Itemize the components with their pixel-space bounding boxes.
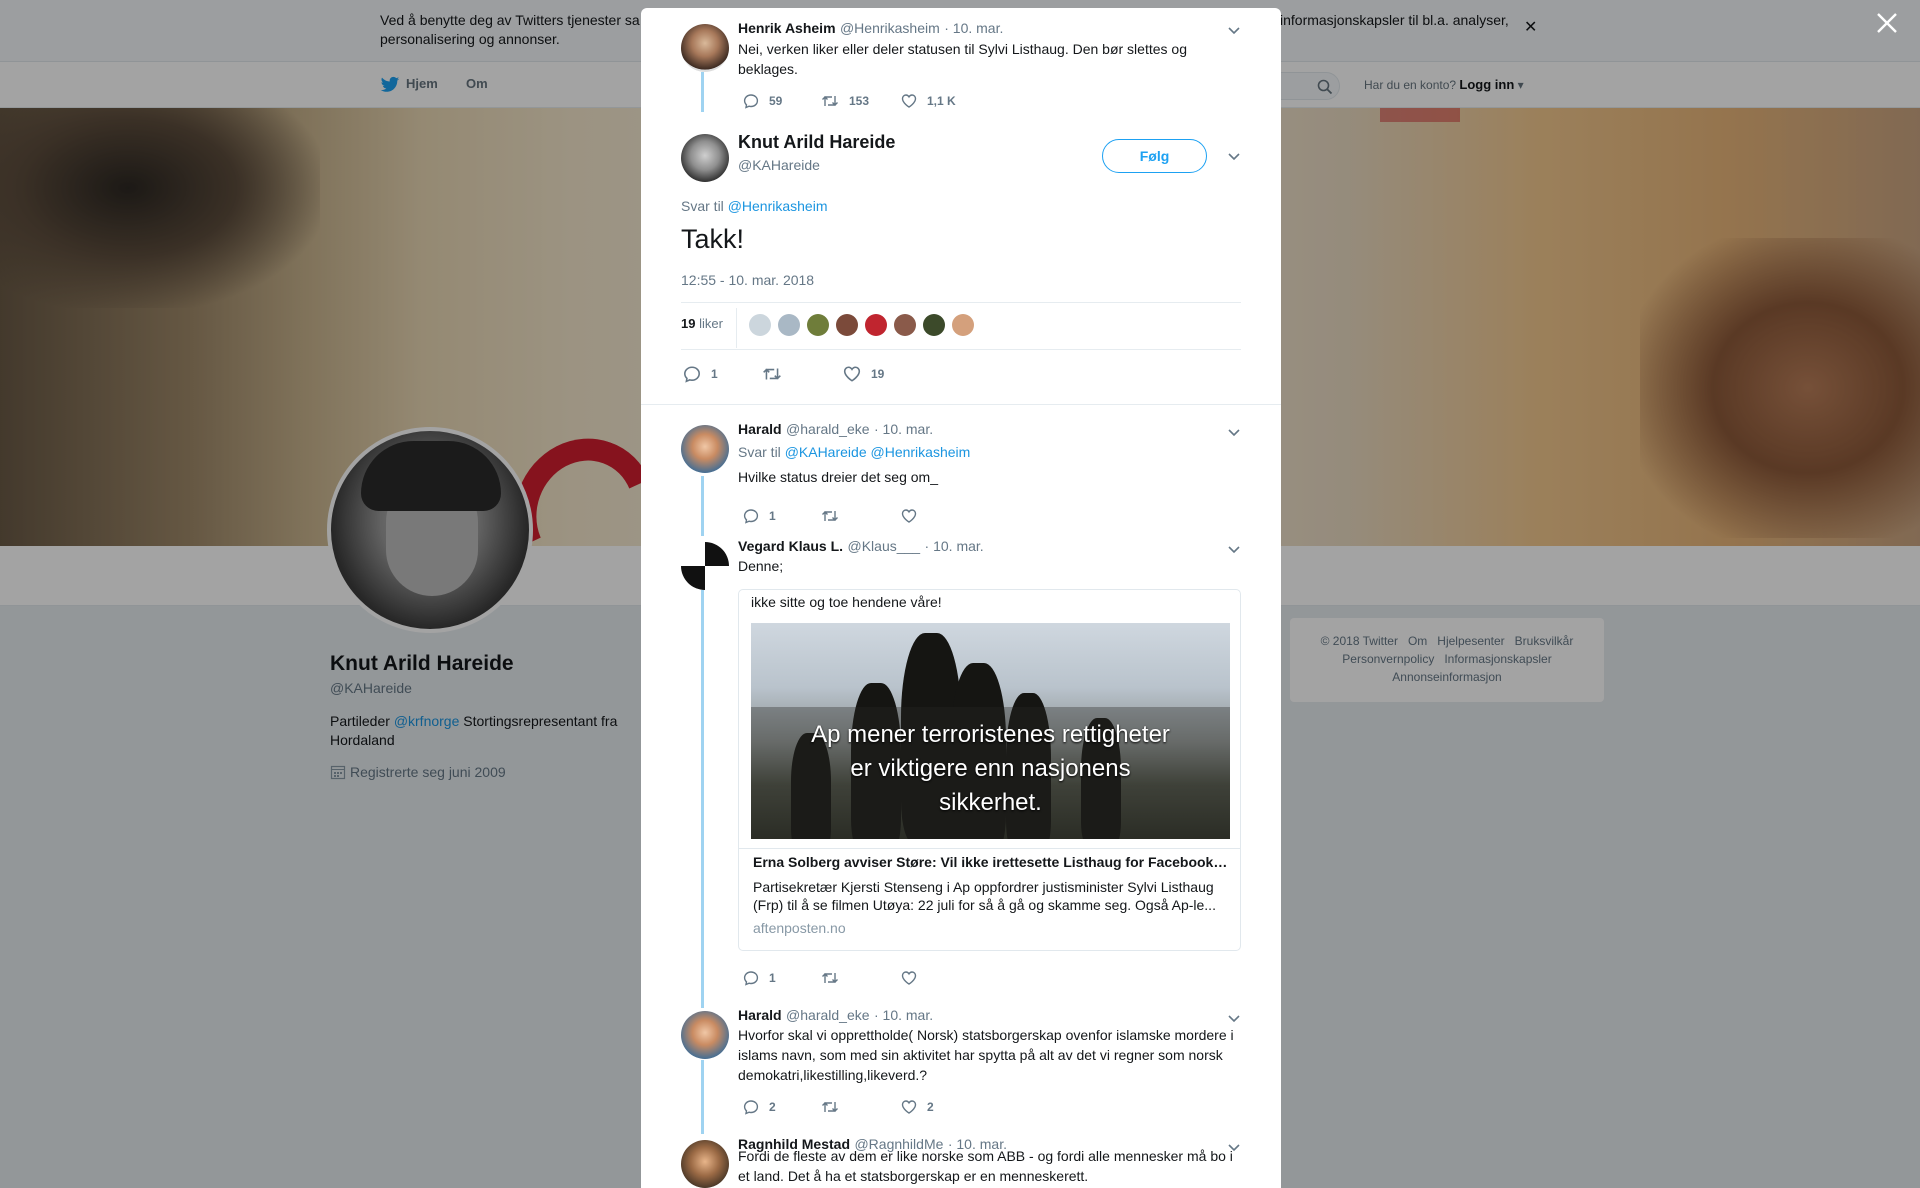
author-name[interactable]: Vegard Klaus L. <box>738 538 843 554</box>
tweet-header: Vegard Klaus L. @Klaus___ · 10. mar. <box>738 538 984 556</box>
avatar[interactable] <box>952 314 974 336</box>
reply-button[interactable]: 59 <box>743 93 782 109</box>
thread-line <box>701 590 704 1008</box>
author-name[interactable]: Harald <box>738 1007 782 1023</box>
retweet-icon <box>822 96 838 106</box>
retweet-button[interactable] <box>821 970 849 986</box>
thread-line <box>701 1060 704 1134</box>
reply-context: Svar til @KAHareide @Henrikasheim <box>738 444 971 460</box>
chevron-down-icon[interactable] <box>1227 545 1241 555</box>
follow-button[interactable]: Følg <box>1102 139 1207 173</box>
tweet-timestamp[interactable]: 12:55 - 10. mar. 2018 <box>681 272 814 288</box>
avatar[interactable] <box>894 314 916 336</box>
reply-icon <box>743 971 759 986</box>
retweet-icon <box>822 1102 838 1112</box>
thread-line <box>701 72 704 112</box>
mention-link[interactable]: @Henrikasheim <box>871 444 971 460</box>
tweet-date[interactable]: · 10. mar. <box>925 538 984 554</box>
tweet-header: Henrik Asheim @Henrikasheim · 10. mar. <box>738 20 1003 38</box>
mention-link[interactable]: @KAHareide <box>785 444 867 460</box>
tweet-text: Nei, verken liker eller deler statusen t… <box>738 41 1187 77</box>
like-button[interactable]: 19 <box>843 365 884 383</box>
link-preview-card[interactable]: ikke sitte og toe hendene våre! Ap mener… <box>738 589 1241 951</box>
mention-link[interactable]: @Henrikasheim <box>728 198 828 214</box>
tweet-text: Denne; <box>738 558 784 574</box>
tweet-text: Hvilke status dreier det seg om_ <box>738 469 938 485</box>
tweet-date[interactable]: · 10. mar. <box>874 1007 933 1023</box>
tweet-detail-modal: Henrik Asheim @Henrikasheim · 10. mar. N… <box>641 8 1281 1188</box>
avatar[interactable] <box>681 425 729 473</box>
reply-button[interactable]: 1 <box>743 508 776 524</box>
avatar[interactable] <box>749 314 771 336</box>
author-handle[interactable]: @harald_eke <box>786 421 870 437</box>
retweet-button[interactable] <box>821 1099 849 1115</box>
reply-button[interactable]: 1 <box>743 970 776 986</box>
card-image: Ap mener terroristenes rettigheter er vi… <box>751 623 1230 839</box>
avatar[interactable] <box>681 1011 729 1059</box>
close-icon[interactable] <box>1874 10 1900 36</box>
avatar[interactable] <box>807 314 829 336</box>
card-image-caption: Ap mener terroristenes rettigheter er vi… <box>811 721 1170 816</box>
author-name[interactable]: Knut Arild Hareide <box>738 132 895 153</box>
tweet-header: Harald @harald_eke · 10. mar. <box>738 1007 933 1025</box>
reply-icon <box>743 509 759 524</box>
chevron-down-icon[interactable] <box>1227 428 1241 438</box>
author-handle[interactable]: @Klaus___ <box>848 538 921 554</box>
retweet-button[interactable] <box>821 508 849 524</box>
chevron-down-icon[interactable] <box>1227 26 1241 36</box>
avatar[interactable] <box>681 542 729 590</box>
like-button[interactable] <box>901 508 927 524</box>
likes-count[interactable]: 19 liker <box>681 316 723 331</box>
like-button[interactable]: 1,1 K <box>901 93 956 109</box>
reply-icon <box>743 1100 759 1115</box>
author-handle[interactable]: @Henrikasheim <box>840 20 940 36</box>
tweet-text: Fordi de fleste av dem er like norske so… <box>738 1148 1233 1184</box>
retweet-icon <box>763 368 781 380</box>
avatar[interactable] <box>681 24 729 72</box>
retweet-button[interactable]: 153 <box>821 93 869 109</box>
heart-icon <box>901 94 917 108</box>
avatar[interactable] <box>681 134 729 182</box>
reply-button[interactable]: 1 <box>683 365 718 383</box>
avatar[interactable] <box>778 314 800 336</box>
heart-icon <box>901 1100 917 1114</box>
retweet-icon <box>822 973 838 983</box>
heart-icon <box>843 366 861 382</box>
card-host: aftenposten.no <box>753 920 846 936</box>
tweet-text: Takk! <box>681 224 745 254</box>
tweet-date[interactable]: · 10. mar. <box>944 20 1003 36</box>
card-top-text: ikke sitte og toe hendene våre! <box>751 594 942 610</box>
avatar[interactable] <box>681 1140 729 1188</box>
chevron-down-icon[interactable] <box>1227 152 1241 162</box>
reply-button[interactable]: 2 <box>743 1099 776 1115</box>
author-handle[interactable]: @harald_eke <box>786 1007 870 1023</box>
reply-icon <box>743 94 759 109</box>
author-handle[interactable]: @KAHareide <box>738 157 820 173</box>
reply-icon <box>684 366 700 383</box>
author-name[interactable]: Harald <box>738 421 782 437</box>
author-name[interactable]: Henrik Asheim <box>738 20 836 36</box>
tweet-date[interactable]: · 10. mar. <box>874 421 933 437</box>
avatar[interactable] <box>923 314 945 336</box>
retweet-icon <box>822 511 838 521</box>
avatar[interactable] <box>836 314 858 336</box>
tweet-text: Hvorfor skal vi opprettholde( Norsk) sta… <box>738 1027 1234 1083</box>
like-button[interactable]: 2 <box>901 1099 934 1115</box>
avatar[interactable] <box>865 314 887 336</box>
chevron-down-icon[interactable] <box>1227 1014 1241 1024</box>
retweet-button[interactable] <box>762 365 792 383</box>
like-button[interactable] <box>901 970 927 986</box>
tweet-header: Harald @harald_eke · 10. mar. <box>738 421 933 439</box>
heart-icon <box>901 971 917 985</box>
card-title: Erna Solberg avviser Støre: Vil ikke ire… <box>753 854 1229 870</box>
card-description: Partisekretær Kjersti Stenseng i Ap oppf… <box>753 879 1216 913</box>
heart-icon <box>901 509 917 523</box>
liker-avatars <box>749 314 981 336</box>
reply-context: Svar til @Henrikasheim <box>681 198 828 214</box>
thread-line <box>701 476 704 536</box>
